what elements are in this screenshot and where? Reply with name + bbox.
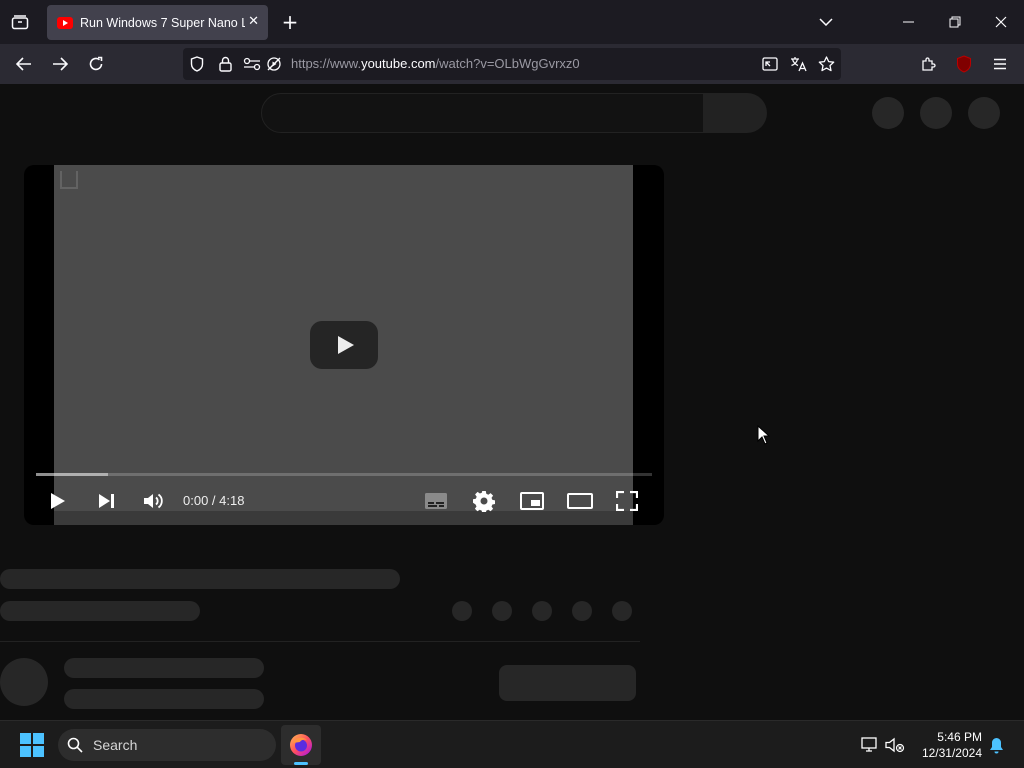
header-action-placeholder[interactable]	[920, 97, 952, 129]
ublock-origin-icon[interactable]	[953, 53, 975, 75]
firefox-icon	[290, 734, 312, 756]
channel-info-skeleton	[64, 658, 264, 678]
url-host: youtube.com	[361, 56, 436, 71]
forward-icon[interactable]	[48, 53, 72, 75]
progress-bar[interactable]	[36, 473, 652, 476]
action-skeleton	[572, 601, 592, 621]
video-player[interactable]: 0:00 / 4:18	[24, 165, 664, 525]
youtube-search-button-placeholder[interactable]	[703, 93, 767, 133]
extensions-puzzle-icon[interactable]	[918, 53, 940, 75]
search-icon	[67, 737, 83, 753]
navigation-toolbar: https://www.youtube.com/watch?v=OLbWgGvr…	[0, 44, 1024, 105]
tab-youtube[interactable]: Run Windows 7 Super Nano Lite ✕	[47, 5, 268, 40]
avatar-placeholder[interactable]	[968, 97, 1000, 129]
taskbar-firefox-button[interactable]	[281, 725, 321, 765]
tab-close-icon[interactable]: ✕	[248, 14, 259, 29]
progress-loaded-fill	[36, 473, 109, 476]
picture-in-picture-urlbar-icon[interactable]	[761, 56, 779, 72]
miniplayer-icon[interactable]	[520, 489, 544, 513]
action-skeleton	[532, 601, 552, 621]
action-skeleton	[492, 601, 512, 621]
url-prefix: https://www.	[291, 56, 362, 71]
header-action-placeholder[interactable]	[872, 97, 904, 129]
subtitles-icon[interactable]	[424, 489, 448, 513]
url-bar[interactable]: https://www.youtube.com/watch?v=OLbWgGvr…	[183, 48, 841, 80]
youtube-page: 0:00 / 4:18	[0, 84, 1024, 720]
time-display: 0:00 / 4:18	[183, 493, 245, 508]
theater-mode-icon[interactable]	[567, 489, 593, 513]
list-all-tabs-chevron-icon[interactable]	[815, 11, 837, 33]
new-tab-button[interactable]: +	[279, 10, 301, 34]
system-clock[interactable]: 5:46 PM 12/31/2024	[912, 729, 982, 761]
lock-icon[interactable]	[217, 56, 233, 72]
subscribe-button-skeleton	[499, 665, 636, 701]
url-path: /watch?v=OLbWgGvrxz0	[435, 56, 580, 71]
volume-icon[interactable]	[141, 489, 165, 513]
restore-icon[interactable]	[944, 11, 966, 33]
video-content-taskbar-strip	[54, 511, 633, 525]
channel-info-skeleton	[64, 689, 264, 709]
youtube-favicon-icon	[57, 16, 73, 29]
network-icon[interactable]	[860, 735, 880, 755]
permissions-icon[interactable]	[243, 56, 261, 72]
minimize-icon[interactable]	[898, 11, 920, 33]
action-skeleton	[452, 601, 472, 621]
fullscreen-icon[interactable]	[615, 489, 639, 513]
tracking-protection-shield-icon[interactable]	[189, 56, 205, 72]
clock-time: 5:46 PM	[937, 730, 982, 744]
next-video-icon[interactable]	[94, 489, 118, 513]
reload-icon[interactable]	[84, 53, 108, 75]
bookmark-star-icon[interactable]	[817, 56, 835, 72]
youtube-search-input-placeholder[interactable]	[261, 93, 704, 133]
divider	[0, 641, 640, 642]
large-play-button[interactable]	[310, 321, 378, 369]
channel-name-skeleton	[0, 601, 200, 621]
translate-icon[interactable]	[789, 56, 807, 72]
close-window-icon[interactable]	[990, 11, 1012, 33]
back-icon[interactable]	[12, 53, 36, 75]
settings-gear-icon[interactable]	[472, 489, 496, 513]
tab-title: Run Windows 7 Super Nano Lite	[80, 15, 245, 30]
firefox-view-icon[interactable]	[8, 11, 32, 33]
channel-watermark-logo	[60, 171, 78, 189]
video-title-skeleton	[0, 569, 400, 589]
notification-bell-icon[interactable]	[986, 735, 1006, 755]
mouse-cursor-icon	[757, 425, 770, 445]
autoplay-blocked-icon[interactable]	[265, 56, 283, 72]
action-skeleton	[612, 601, 632, 621]
app-menu-hamburger-icon[interactable]	[989, 53, 1011, 75]
taskbar-search-label: Search	[93, 737, 138, 753]
channel-avatar-skeleton	[0, 658, 48, 706]
active-app-indicator	[294, 762, 308, 765]
windows-start-icon[interactable]	[20, 733, 44, 757]
taskbar-search-box[interactable]: Search	[58, 729, 276, 761]
tab-bar: Run Windows 7 Super Nano Lite ✕ +	[0, 0, 1024, 44]
volume-muted-icon[interactable]	[884, 735, 906, 755]
windows-taskbar: Search 5:46 PM 12/31/2024	[0, 720, 1024, 768]
clock-date: 12/31/2024	[921, 746, 982, 760]
url-text[interactable]: https://www.youtube.com/watch?v=OLbWgGvr…	[291, 56, 580, 71]
play-icon[interactable]	[46, 489, 70, 513]
